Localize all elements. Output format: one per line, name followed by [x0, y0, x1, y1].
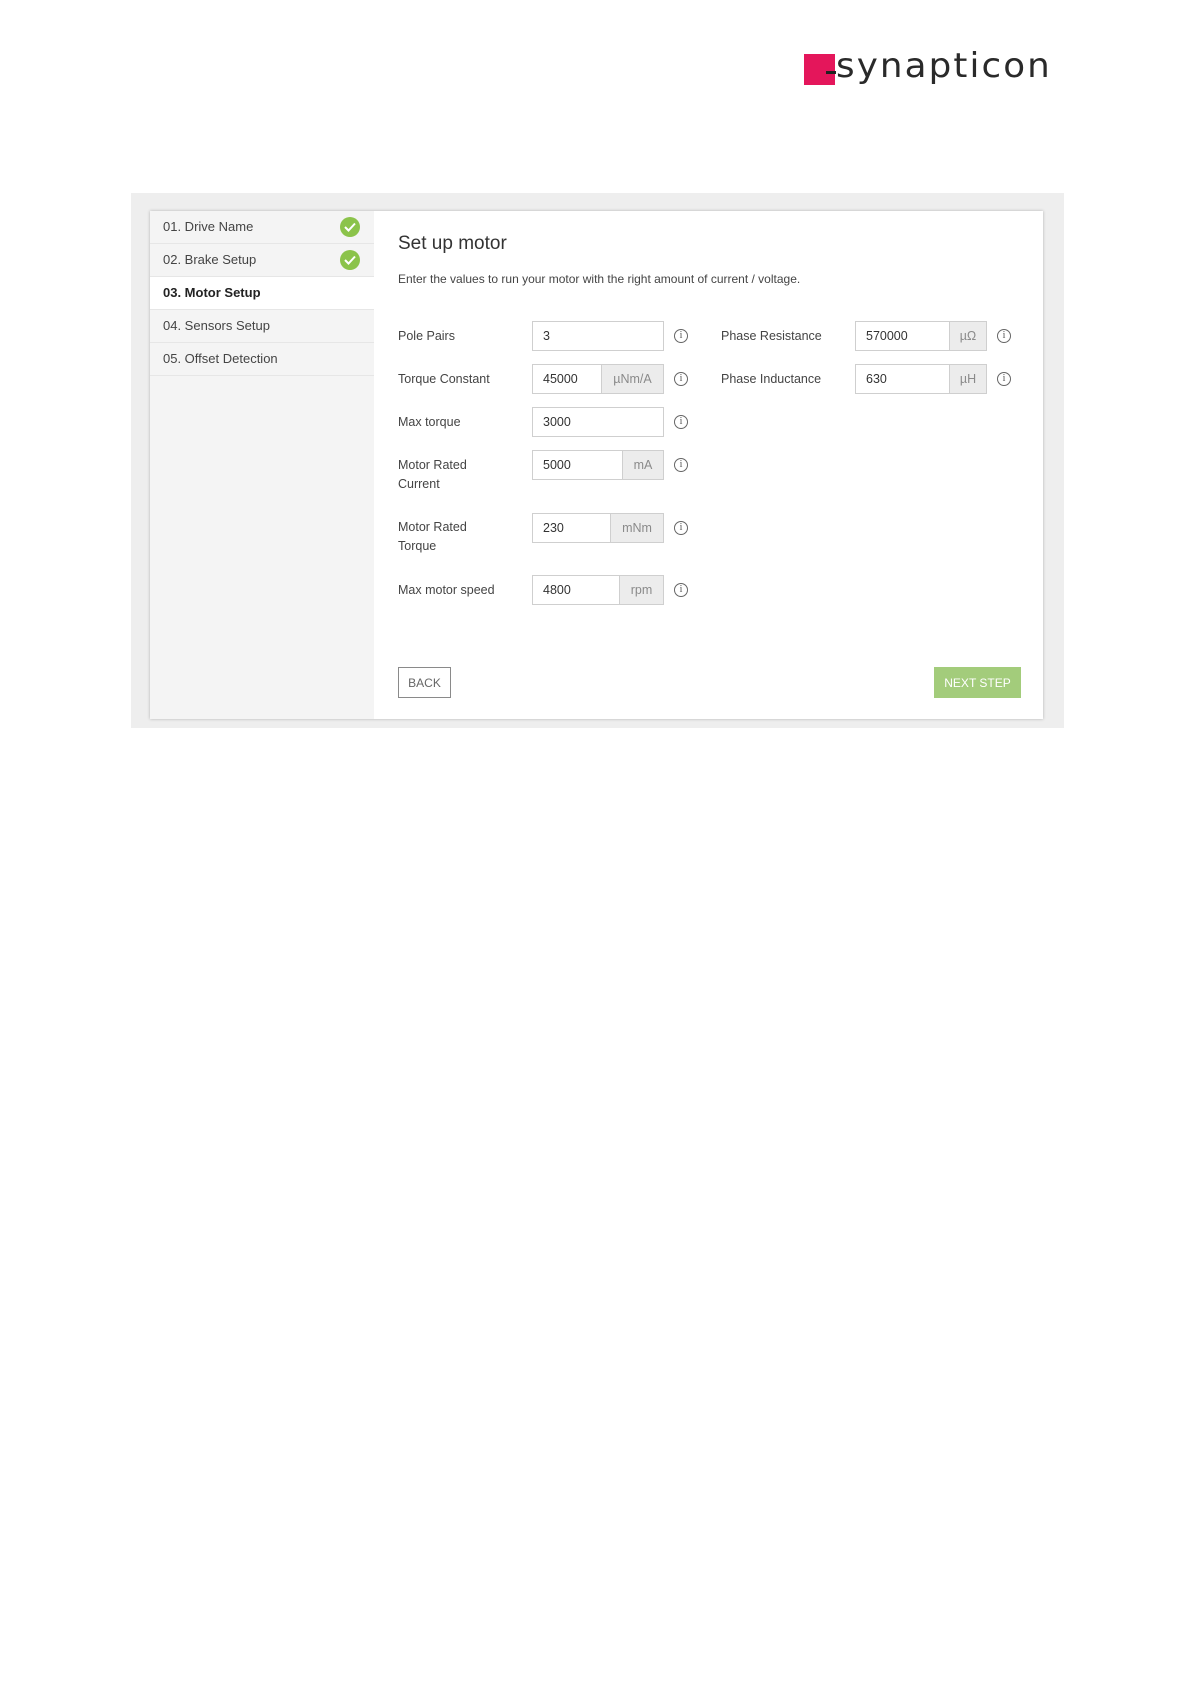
step-label: 05. Offset Detection: [163, 351, 278, 366]
phase-inductance-input[interactable]: [855, 364, 950, 394]
info-icon[interactable]: i: [674, 458, 688, 472]
phase-resistance-input[interactable]: [855, 321, 950, 351]
sidebar-step-drive-name[interactable]: 01. Drive Name: [150, 211, 374, 244]
info-icon[interactable]: i: [674, 372, 688, 386]
logo-bar: [826, 71, 836, 74]
info-icon[interactable]: i: [674, 415, 688, 429]
motor-rated-current-unit: mA: [623, 450, 664, 480]
step-label: 03. Motor Setup: [163, 285, 261, 300]
sidebar-step-brake-setup[interactable]: 02. Brake Setup: [150, 244, 374, 277]
motor-rated-current-input[interactable]: [532, 450, 623, 480]
motor-rated-torque-label: Motor Rated Torque: [398, 520, 467, 553]
synapticon-logo: synapticon: [804, 46, 1066, 86]
back-button[interactable]: BACK: [398, 667, 451, 698]
page-title: Set up motor: [398, 233, 507, 254]
main-panel: Set up motor Enter the values to run you…: [374, 211, 1043, 719]
steps-sidebar: 01. Drive Name 02. Brake Setup 03. Motor…: [150, 211, 374, 719]
max-motor-speed-input[interactable]: [532, 575, 620, 605]
max-torque-input[interactable]: [532, 407, 664, 437]
motor-rated-torque-input[interactable]: [532, 513, 611, 543]
pole-pairs-label: Pole Pairs: [398, 329, 455, 343]
torque-constant-unit: µNm/A: [602, 364, 664, 394]
info-icon[interactable]: i: [674, 521, 688, 535]
sidebar-step-offset-detection[interactable]: 05. Offset Detection: [150, 343, 374, 376]
max-motor-speed-unit: rpm: [620, 575, 664, 605]
logo-square: [804, 54, 835, 85]
sidebar-step-sensors-setup[interactable]: 04. Sensors Setup: [150, 310, 374, 343]
sidebar-step-motor-setup[interactable]: 03. Motor Setup: [150, 277, 374, 310]
step-label: 02. Brake Setup: [163, 252, 257, 267]
check-icon: [340, 250, 360, 270]
max-torque-label: Max torque: [398, 415, 461, 429]
page-subtitle: Enter the values to run your motor with …: [398, 272, 801, 286]
next-step-button[interactable]: NEXT STEP: [934, 667, 1021, 698]
phase-resistance-label: Phase Resistance: [721, 329, 822, 343]
wizard-frame: 01. Drive Name 02. Brake Setup 03. Motor…: [131, 193, 1064, 728]
motor-rated-torque-unit: mNm: [611, 513, 664, 543]
logo-text: synapticon: [836, 46, 1052, 86]
info-icon[interactable]: i: [997, 329, 1011, 343]
step-label: 01. Drive Name: [163, 219, 254, 234]
max-motor-speed-label: Max motor speed: [398, 583, 495, 597]
pole-pairs-input[interactable]: [532, 321, 664, 351]
info-icon[interactable]: i: [674, 329, 688, 343]
wizard-card: 01. Drive Name 02. Brake Setup 03. Motor…: [150, 211, 1043, 719]
phase-inductance-unit: µH: [950, 364, 987, 394]
info-icon[interactable]: i: [997, 372, 1011, 386]
motor-rated-current-label: Motor Rated Current: [398, 458, 467, 491]
phase-inductance-label: Phase Inductance: [721, 372, 822, 386]
info-icon[interactable]: i: [674, 583, 688, 597]
phase-resistance-unit: µΩ: [950, 321, 987, 351]
torque-constant-input[interactable]: [532, 364, 602, 394]
step-label: 04. Sensors Setup: [163, 318, 270, 333]
torque-constant-label: Torque Constant: [398, 372, 490, 386]
check-icon: [340, 217, 360, 237]
